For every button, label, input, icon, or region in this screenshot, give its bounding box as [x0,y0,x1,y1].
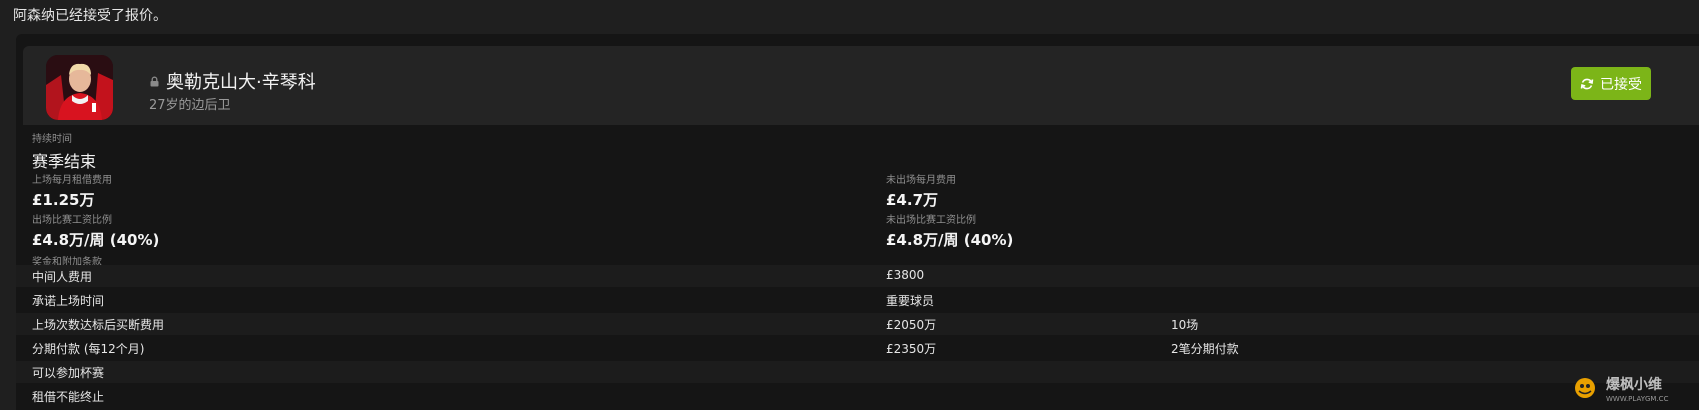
accepted-status-label: 已接受 [1600,76,1642,93]
wage-not-played-value: £4.8万/周 (40%) [886,231,1014,249]
clause-name: 承诺上场时间 [32,294,105,308]
clause-row: 分期付款 (每12个月) £2350万 2笔分期付款 [16,337,1699,359]
wage-played-label: 出场比赛工资比例 [32,215,112,226]
clause-name: 可以参加杯赛 [32,366,105,380]
wage-played-value: £4.8万/周 (40%) [32,231,160,249]
duration-value: 赛季结束 [32,152,97,171]
clause-row: 上场次数达标后买断费用 £2050万 10场 [16,313,1699,335]
clause-name: 上场次数达标后买断费用 [32,318,165,332]
player-card: 奥勒克山大·辛琴科 27岁的边后卫 已接受 [23,46,1699,125]
clause-extra: 10场 [1171,318,1199,332]
site-watermark: 爆枫小维 WWW.PLAYGM.CC [1570,371,1695,405]
player-avatar [46,55,113,120]
refresh-icon [1580,78,1594,89]
wage-not-played-label: 未出场比赛工资比例 [886,215,976,226]
clause-row: 中间人费用 £3800 [16,265,1699,287]
watermark-text: 爆枫小维 [1606,376,1662,393]
player-name-row: 奥勒克山大·辛琴科 [149,68,316,94]
clause-value: £3800 [886,268,925,282]
duration-label: 持续时间 [32,134,72,145]
loan-fee-played-value: £1.25万 [32,191,95,209]
clause-name: 中间人费用 [32,270,93,284]
clause-name: 分期付款 (每12个月) [32,342,145,356]
clause-row: 租借不能终止 [16,385,1699,407]
player-name[interactable]: 奥勒克山大·辛琴科 [166,68,316,94]
clause-value: £2350万 [886,342,937,356]
fee-not-played-label: 未出场每月费用 [886,175,956,186]
fee-not-played-value: £4.7万 [886,191,939,209]
clause-value: 重要球员 [886,294,935,308]
player-position-age: 27岁的边后卫 [149,98,231,113]
status-message: 阿森纳已经接受了报价。 [13,8,167,24]
loan-fee-played-label: 上场每月租借费用 [32,175,112,186]
clause-row: 承诺上场时间 重要球员 [16,289,1699,311]
watermark-url: WWW.PLAYGM.CC [1606,395,1669,403]
lock-icon [150,76,159,86]
clause-name: 租借不能终止 [32,390,105,404]
clause-value: £2050万 [886,318,937,332]
clause-row: 可以参加杯赛 [16,361,1699,383]
clause-extra: 2笔分期付款 [1171,342,1239,356]
accepted-status-button[interactable]: 已接受 [1571,67,1651,100]
